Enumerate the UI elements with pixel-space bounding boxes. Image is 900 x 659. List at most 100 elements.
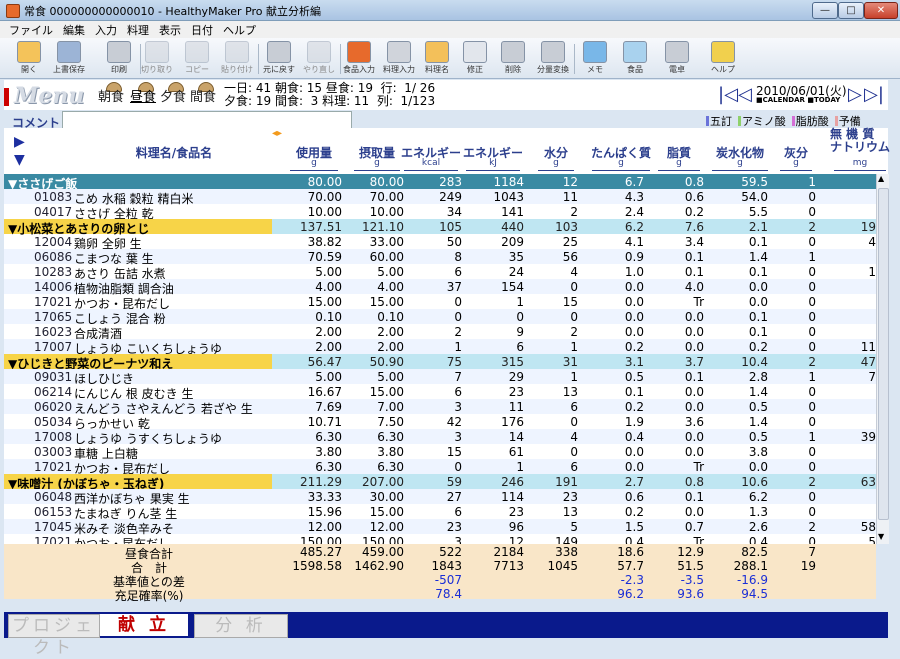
toolbar-button-15[interactable]: メモ	[576, 41, 614, 77]
table-row[interactable]: 12004 鶏卵 全卵 生 38.82 33.00 50 209 25 4.1 3.4 0.1 0 4	[4, 234, 876, 251]
filter-1[interactable]: 五訂	[706, 115, 732, 128]
filter-3[interactable]: 脂肪酸	[791, 115, 829, 128]
toolbar-button-3[interactable]: 印刷	[100, 41, 138, 77]
toolbar-button-7[interactable]: 元に戻す	[260, 41, 298, 77]
maximize-button[interactable]: □	[838, 2, 864, 19]
folder-open-icon	[17, 41, 41, 63]
filter-2[interactable]: アミノ酸	[738, 115, 786, 128]
toolbar-button-16[interactable]: 食品	[616, 41, 654, 77]
table-row[interactable]: 06020 えんどう さやえんどう 若ざや 生 7.69 7.00 3 11 6 0.2 0.0…	[4, 399, 876, 416]
menu-dish[interactable]: 料理	[122, 21, 154, 39]
cell-value: 0.4	[748, 535, 768, 544]
table-row[interactable]: 17045 米みそ 淡色辛みそ 12.00 12.00 23 96 5 1.5 0.7 2.6 2 5…	[4, 519, 876, 536]
table-row[interactable]: 16023 合成清酒 2.00 2.00 2 9 2 0.0 0.0 0.1 0	[4, 324, 876, 341]
menu-file[interactable]: ファイル	[4, 21, 58, 39]
tab-2[interactable]: 献 立	[100, 614, 188, 636]
table-row[interactable]: ▼ひじきと野菜のピーナツ和え 56.47 50.90 75 315 31 3.1 3.7 10.…	[4, 354, 876, 371]
toolbar-button-9[interactable]: 食品入力	[340, 41, 378, 77]
close-button[interactable]: ✕	[864, 2, 898, 19]
table-row[interactable]: 06153 たまねぎ りん茎 生 15.96 15.00 6 23 13 0.2 0.0 1.3 0	[4, 504, 876, 521]
meal-tab-3[interactable]: 夕食	[160, 86, 186, 105]
toolbar-button-1[interactable]: 開く	[10, 41, 48, 77]
toolbar-button-4[interactable]: 切り取り	[138, 41, 176, 77]
summary-value: 1462.90	[354, 559, 404, 573]
cell-value: 4.3	[624, 190, 644, 204]
table-row[interactable]: 17021 かつお・昆布だし 6.30 6.30 0 1 6 0.0 Tr 0.0 0	[4, 459, 876, 476]
table-row[interactable]: ▼小松菜とあさりの卵とじ 137.51 121.10 105 440 103 6.2 7.6 2…	[4, 219, 876, 236]
collapse-arrow-icon[interactable]: ▼	[14, 152, 25, 168]
cell-value: 10.4	[741, 355, 768, 369]
summary-value: 12.9	[677, 545, 704, 559]
toolbar-button-17[interactable]: 電卓	[658, 41, 696, 77]
calendar-today-links[interactable]: ■CALENDAR ■TODAY	[756, 96, 840, 104]
table-row[interactable]: 14006 植物油脂類 調合油 4.00 4.00 37 154 0 0.0 4.0 0.0 0	[4, 279, 876, 296]
table-row[interactable]: 06086 こまつな 葉 生 70.59 60.00 8 35 56 0.9 0.1 1.4 1	[4, 249, 876, 266]
last-date-icon[interactable]: ▷|	[864, 84, 884, 105]
cell-value: 0	[516, 310, 524, 324]
meal-tab-4[interactable]: 間食	[190, 86, 216, 105]
menu-input[interactable]: 入力	[90, 21, 122, 39]
first-date-icon[interactable]: |◁	[718, 84, 738, 105]
toolbar-button-6[interactable]: 貼り付け	[218, 41, 256, 77]
next-date-icon[interactable]: ▷	[848, 84, 862, 105]
cell-value: 1043	[493, 190, 524, 204]
meal-tab-1[interactable]: 朝食	[98, 86, 124, 105]
cell-value: 23	[562, 490, 578, 504]
table-row[interactable]: 09031 ほしひじき 5.00 5.00 7 29 1 0.5 0.1 2.8 1 7	[4, 369, 876, 386]
cell-value: 1	[808, 250, 816, 264]
toolbar-button-14[interactable]: 分量変換	[534, 41, 572, 77]
cell-value: 0	[570, 310, 578, 324]
cell-value: 3.80	[315, 445, 342, 459]
table-row[interactable]: 17021 かつお・昆布だし 15.00 15.00 0 1 15 0.0 Tr 0.0 0	[4, 294, 876, 311]
scroll-up-icon[interactable]: ▲	[878, 174, 884, 183]
toolbar-button-12[interactable]: 修正	[456, 41, 494, 77]
column-resize-icon[interactable]: ◂▸	[272, 128, 282, 139]
column-header-1[interactable]: 料理名/食品名	[64, 144, 284, 161]
toolbar-button-5[interactable]: コピー	[178, 41, 216, 77]
menu-view[interactable]: 表示	[154, 21, 186, 39]
minimize-button[interactable]: —	[812, 2, 838, 19]
food-code: 16023	[34, 325, 73, 339]
cell-value: 0.5	[624, 370, 644, 384]
expand-arrow-icon[interactable]: ▶	[14, 134, 25, 150]
cell-value: 10.6	[741, 475, 768, 489]
column-underline	[834, 170, 886, 171]
menu-help[interactable]: ヘルプ	[218, 21, 261, 39]
toolbar-button-13[interactable]: 削除	[494, 41, 532, 77]
toolbar-button-18[interactable]: ヘルプ	[704, 41, 742, 77]
prev-date-icon[interactable]: ◁	[738, 84, 752, 105]
cell-value: 15	[446, 445, 462, 459]
meal-tab-2[interactable]: 昼食	[130, 86, 156, 105]
comment-input[interactable]	[62, 111, 352, 129]
table-row[interactable]: 06214 にんじん 根 皮むき 生 16.67 15.00 6 23 13 0.1 0.0 1.…	[4, 384, 876, 401]
table-row[interactable]: 17008 しょうゆ うすくちしょうゆ 6.30 6.30 3 14 4 0.4 0.0 0.5 1…	[4, 429, 876, 446]
table-row[interactable]: 06048 西洋かぼちゃ 果実 生 33.33 30.00 27 114 23 0.6 0.1 6…	[4, 489, 876, 506]
cell-value: 60.00	[369, 250, 404, 264]
menu-edit[interactable]: 編集	[58, 21, 90, 39]
table-row[interactable]: ▼ささげご飯 80.00 80.00 283 1184 12 6.7 0.8 59.5 1	[4, 174, 876, 191]
vertical-scrollbar[interactable]: ▲ ▼	[876, 174, 889, 544]
table-row[interactable]: 04017 ささげ 全粒 乾 10.00 10.00 34 141 2 2.4 0.2 5.5 0	[4, 204, 876, 221]
toolbar-button-8[interactable]: やり直し	[300, 41, 338, 77]
table-row[interactable]: 05034 らっかせい 乾 10.71 7.50 42 176 0 1.9 3.6 1.4 0	[4, 414, 876, 431]
scroll-down-icon[interactable]: ▼	[878, 532, 884, 541]
column-header-11[interactable]: 無 機 質 ナトリウム	[830, 128, 890, 154]
table-row[interactable]: 17007 しょうゆ こいくちしょうゆ 2.00 2.00 1 6 1 0.2 0.0 0.2 0 1…	[4, 339, 876, 356]
scroll-thumb[interactable]	[878, 188, 889, 520]
toolbar-button-11[interactable]: 料理名	[418, 41, 456, 77]
table-row[interactable]: 01083 こめ 水稲 穀粒 精白米 70.00 70.00 249 1043 11 4.3 0…	[4, 189, 876, 206]
toolbar-button-2[interactable]: 上書保存	[50, 41, 88, 77]
column-unit-5: kJ	[489, 158, 497, 168]
table-row[interactable]: 03003 車糖 上白糖 3.80 3.80 15 61 0 0.0 0.0 3.8 0	[4, 444, 876, 461]
toolbar-button-10[interactable]: 料理入力	[380, 41, 418, 77]
table-row[interactable]: ▼味噌汁 (かぼちゃ・玉ねぎ) 211.29 207.00 59 246 191 2.7 0.…	[4, 474, 876, 491]
column-unit-11: mg	[852, 158, 868, 168]
tab-1[interactable]: プロジェクト	[8, 614, 100, 658]
table-row[interactable]: 17021 かつお・昆布だし 150.00 150.00 3 12 149 0.4 Tr 0.4 0…	[4, 534, 876, 544]
table-row[interactable]: 10283 あさり 缶詰 水煮 5.00 5.00 6 24 4 1.0 0.1 0.1 0 1	[4, 264, 876, 281]
cell-value: 0.0	[624, 445, 644, 459]
tab-3[interactable]: 分 析	[194, 614, 288, 638]
menu-date[interactable]: 日付	[186, 21, 218, 39]
table-row[interactable]: 17065 こしょう 混合 粉 0.10 0.10 0 0 0 0.0 0.0 0.1 0	[4, 309, 876, 326]
cell-value: 19	[860, 220, 876, 234]
